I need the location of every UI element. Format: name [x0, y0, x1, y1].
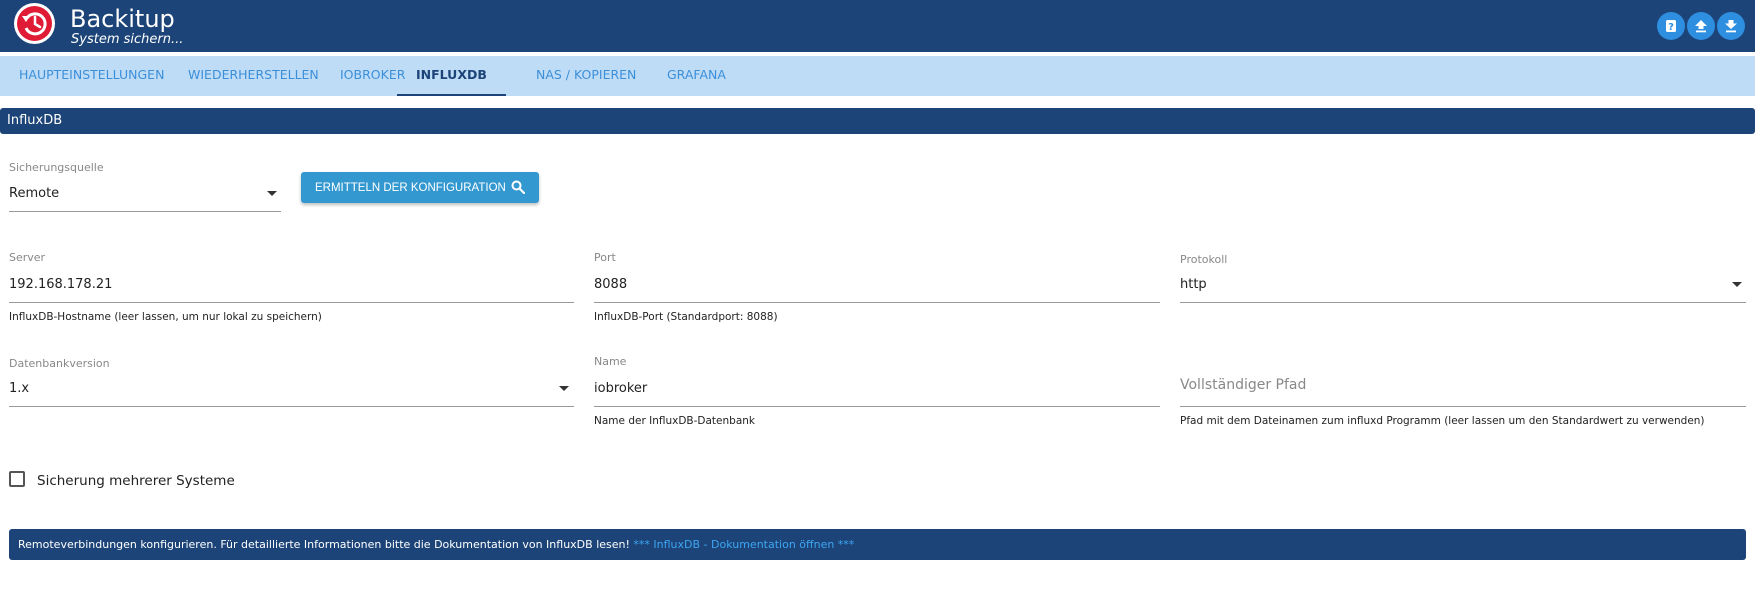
info-text: Remoteverbindungen konfigurieren. Für de… [18, 538, 630, 551]
protocol-dropdown-icon[interactable] [1732, 282, 1742, 287]
path-input[interactable]: Vollständiger Pfad [1180, 377, 1306, 393]
port-input[interactable]: 8088 [594, 277, 627, 292]
multi-system-checkbox[interactable] [9, 471, 25, 487]
tab-wiederherstellen[interactable]: WIEDERHERSTELLEN [188, 56, 319, 96]
path-help: Pfad mit dem Dateinamen zum influxd Prog… [1180, 415, 1705, 427]
protocol-underline [1180, 302, 1746, 303]
detect-config-label: ERMITTELN DER KONFIGURATION [315, 181, 506, 194]
help-icon: ? [1666, 20, 1676, 33]
multi-system-label: Sicherung mehrerer Systeme [37, 473, 235, 489]
port-underline [594, 302, 1160, 303]
tab-bar: HAUPTEINSTELLUNGEN WIEDERHERSTELLEN IOBR… [0, 56, 1755, 96]
detect-config-button[interactable]: ERMITTELN DER KONFIGURATION [301, 172, 539, 203]
source-select[interactable]: Remote [9, 186, 59, 201]
search-icon [511, 180, 525, 194]
name-input[interactable]: iobroker [594, 381, 647, 396]
source-underline [9, 211, 281, 212]
app-title: Backitup [70, 5, 175, 33]
server-help: InfluxDB-Hostname (leer lassen, um nur l… [9, 311, 322, 323]
app-header: Backitup System sichern... ? [0, 0, 1755, 52]
db-version-label: Datenbankversion [9, 357, 110, 370]
info-banner: Remoteverbindungen konfigurieren. Für de… [9, 529, 1746, 560]
tab-influxdb[interactable]: INFLUXDB [397, 56, 506, 96]
tab-haupteinstellungen[interactable]: HAUPTEINSTELLUNGEN [19, 56, 164, 96]
app-subtitle: System sichern... [71, 32, 184, 47]
name-help: Name der InfluxDB-Datenbank [594, 415, 755, 427]
db-version-underline [9, 406, 574, 407]
db-version-select[interactable]: 1.x [9, 381, 29, 396]
db-version-dropdown-icon[interactable] [559, 386, 569, 391]
server-underline [9, 302, 574, 303]
source-dropdown-icon[interactable] [267, 191, 277, 196]
tab-grafana[interactable]: GRAFANA [667, 56, 726, 96]
help-button[interactable]: ? [1657, 12, 1685, 40]
influxdb-docs-link[interactable]: *** InfluxDB - Dokumentation öffnen *** [633, 538, 854, 551]
backitup-logo-icon [14, 3, 55, 44]
path-underline [1180, 406, 1746, 407]
svg-text:?: ? [1668, 22, 1674, 33]
protocol-label: Protokoll [1180, 253, 1228, 266]
server-input[interactable]: 192.168.178.21 [9, 277, 112, 292]
download-icon [1725, 20, 1737, 33]
upload-icon [1695, 20, 1707, 33]
server-label: Server [9, 251, 46, 264]
name-underline [594, 406, 1160, 407]
tab-iobroker[interactable]: IOBROKER [340, 56, 405, 96]
name-label: Name [594, 355, 627, 368]
download-button[interactable] [1717, 12, 1745, 40]
section-header: InfluxDB [0, 108, 1755, 134]
port-help: InfluxDB-Port (Standardport: 8088) [594, 311, 778, 323]
source-label: Sicherungsquelle [9, 161, 104, 174]
upload-button[interactable] [1687, 12, 1715, 40]
port-label: Port [594, 251, 616, 264]
protocol-select[interactable]: http [1180, 277, 1207, 292]
tab-nas-kopieren[interactable]: NAS / KOPIEREN [536, 56, 636, 96]
